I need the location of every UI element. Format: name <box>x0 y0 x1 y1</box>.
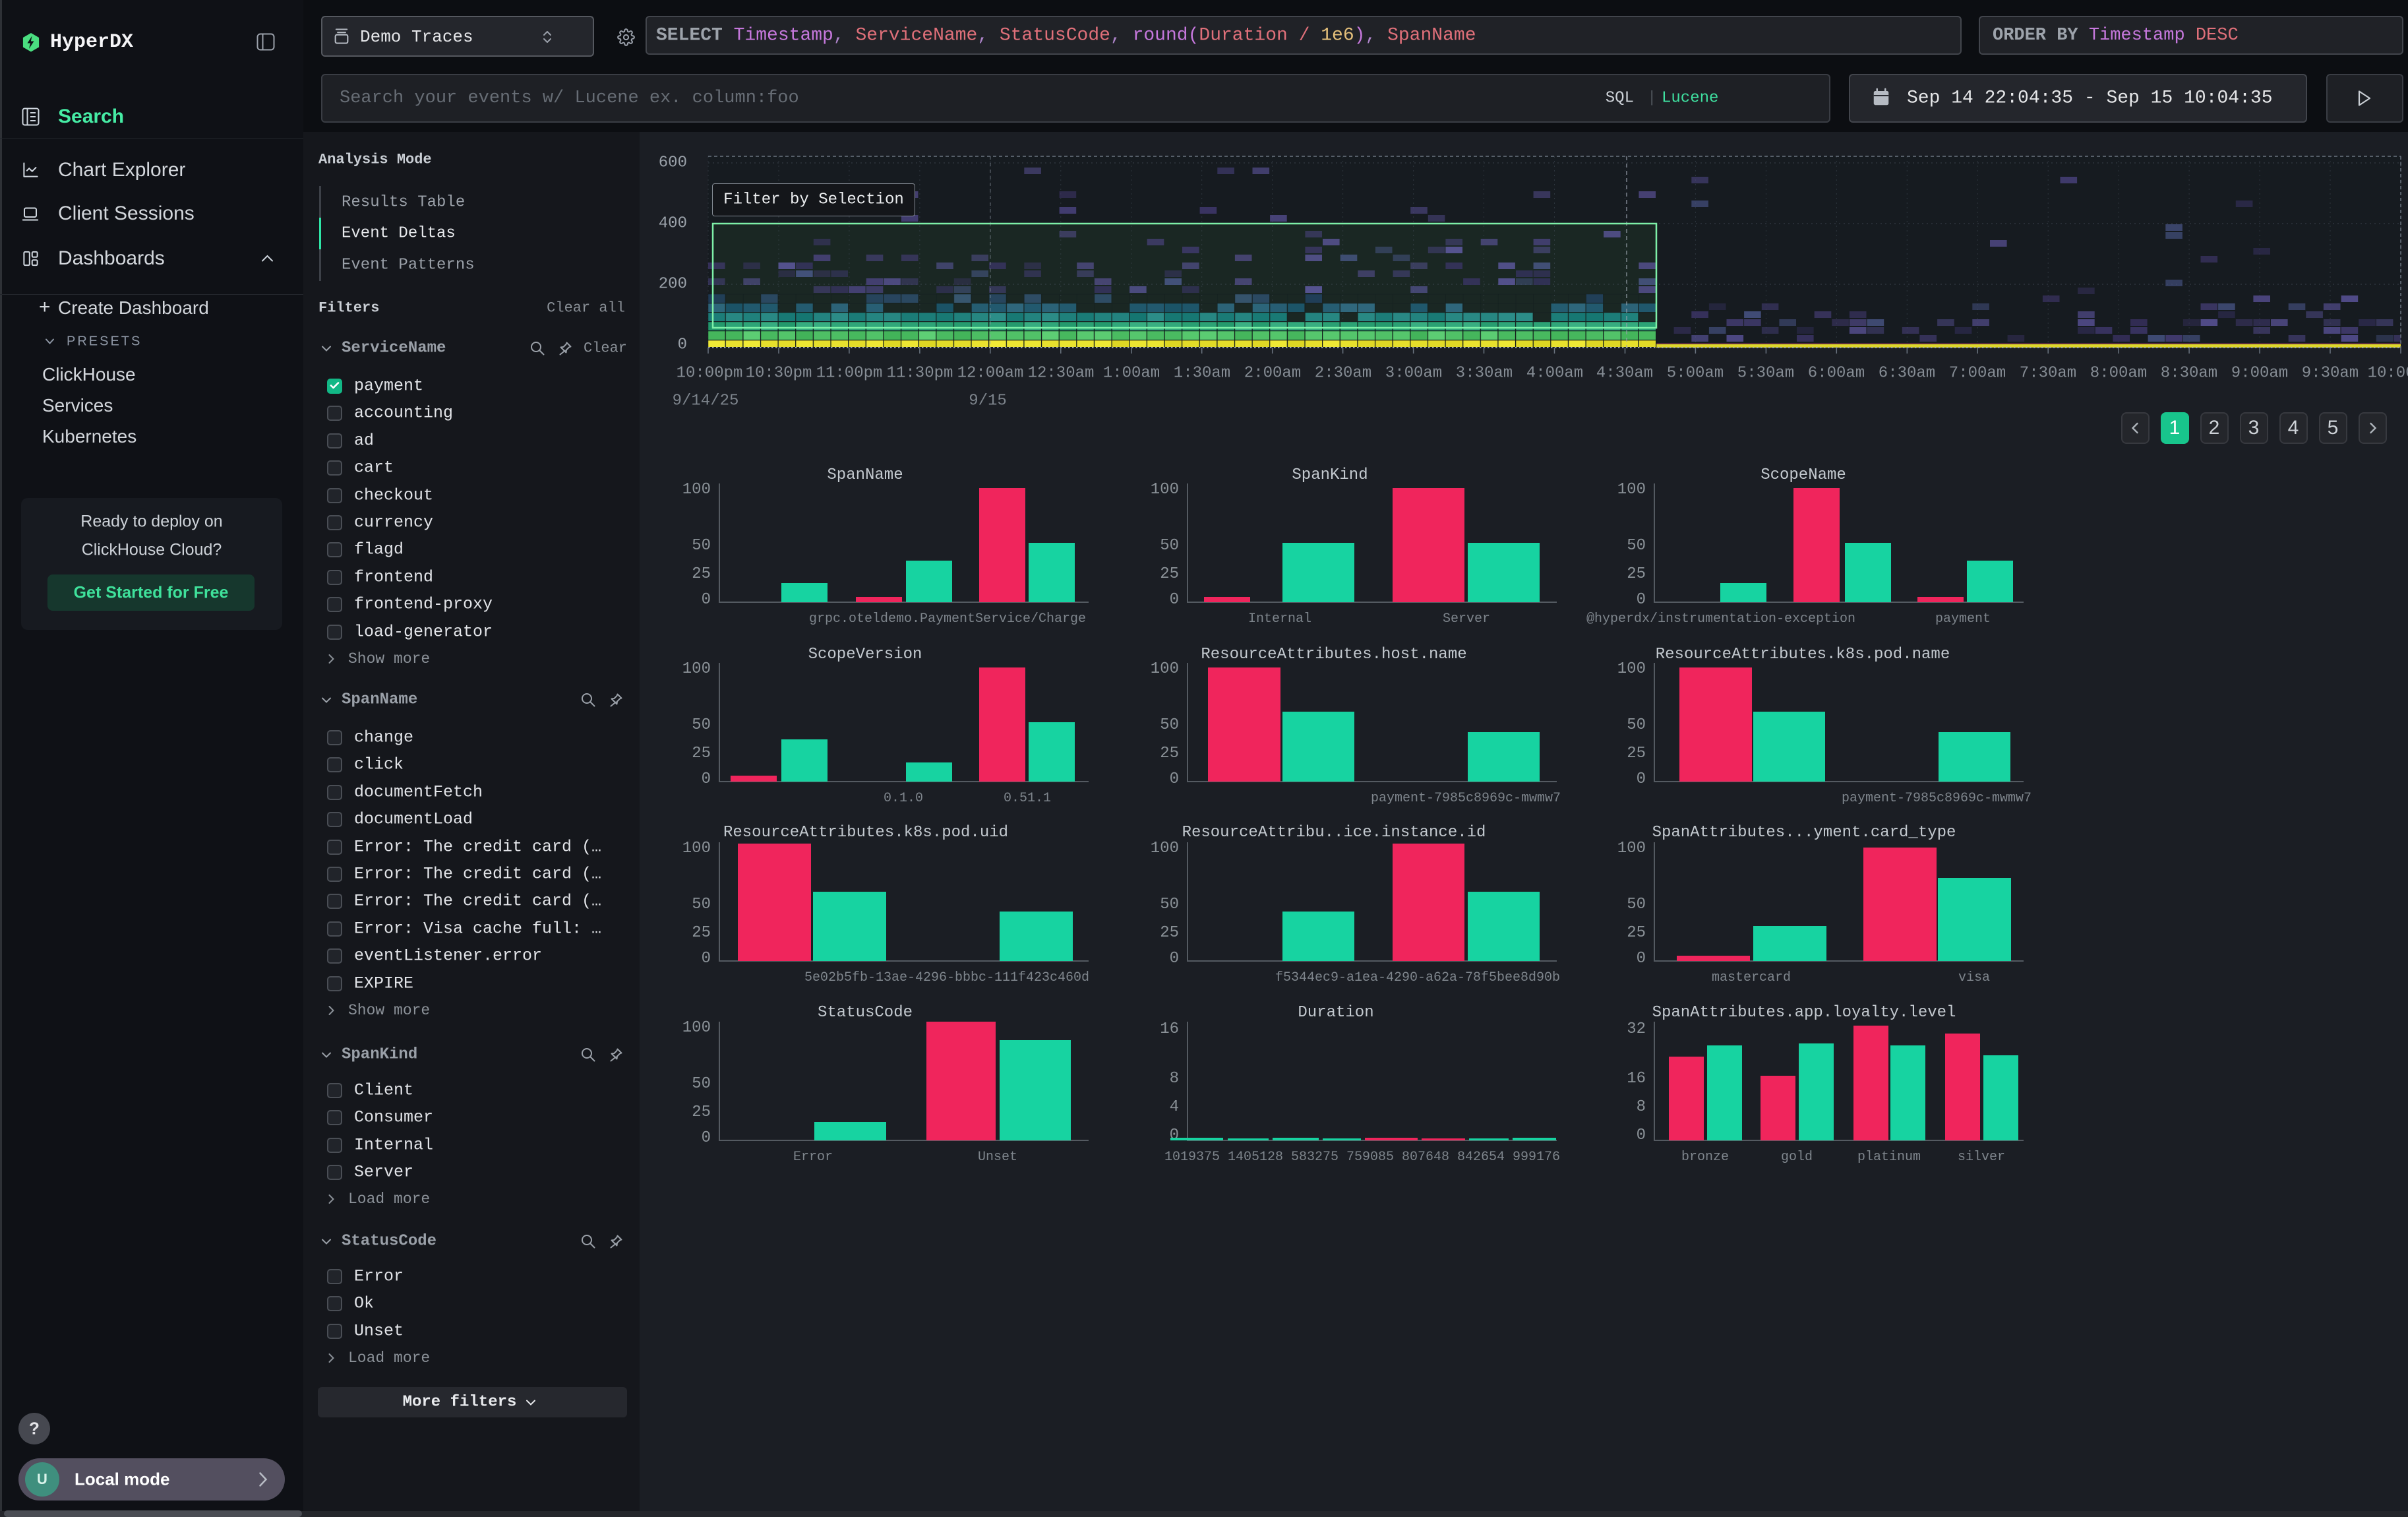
svg-text:mastercard: mastercard <box>1712 970 1791 985</box>
svg-text:platinum: platinum <box>1857 1150 1921 1165</box>
svg-text:16: 16 <box>1627 1070 1646 1088</box>
svg-text:Internal: Internal <box>1248 611 1311 627</box>
svg-text:Unset: Unset <box>978 1150 1017 1165</box>
svg-text:ResourceAttributes.host.name: ResourceAttributes.host.name <box>1201 646 1466 664</box>
svg-text:25: 25 <box>1160 565 1179 583</box>
svg-text:0: 0 <box>1637 950 1646 968</box>
svg-text:0: 0 <box>702 591 711 609</box>
svg-text:ScopeVersion: ScopeVersion <box>808 646 922 664</box>
svg-text:100: 100 <box>682 1019 711 1037</box>
svg-text:ResourceAttribu..ice.instance.: ResourceAttribu..ice.instance.id <box>1182 824 1486 842</box>
svg-text:25: 25 <box>1160 745 1179 762</box>
svg-text:0: 0 <box>1170 1127 1179 1144</box>
svg-text:8: 8 <box>1170 1070 1179 1088</box>
svg-text:50: 50 <box>1160 896 1179 913</box>
svg-text:100: 100 <box>1617 660 1646 678</box>
svg-text:100: 100 <box>682 840 711 857</box>
svg-text:bronze: bronze <box>1681 1150 1729 1165</box>
svg-text:50: 50 <box>1627 537 1646 555</box>
svg-text:25: 25 <box>1627 745 1646 762</box>
svg-text:100: 100 <box>1151 660 1179 678</box>
svg-text:8: 8 <box>1637 1098 1646 1116</box>
svg-text:SpanAttributes.app.loyalty.lev: SpanAttributes.app.loyalty.level <box>1652 1004 1956 1022</box>
svg-text:50: 50 <box>1160 537 1179 555</box>
svg-text:100: 100 <box>1151 481 1179 499</box>
svg-text:StatusCode: StatusCode <box>818 1004 913 1022</box>
svg-text:SpanName: SpanName <box>827 466 903 484</box>
svg-text:25: 25 <box>1627 565 1646 583</box>
svg-text:0: 0 <box>1170 950 1179 968</box>
svg-text:0: 0 <box>1170 591 1179 609</box>
svg-text:Server: Server <box>1443 611 1490 627</box>
svg-text:100: 100 <box>1617 840 1646 857</box>
svg-text:25: 25 <box>692 565 711 583</box>
svg-text:0: 0 <box>702 770 711 788</box>
svg-text:100: 100 <box>1617 481 1646 499</box>
svg-text:5e02b5fb-13ae-4296-bbbc-111f42: 5e02b5fb-13ae-4296-bbbc-111f423c460d <box>804 970 1089 985</box>
svg-text:50: 50 <box>692 896 711 913</box>
svg-text:1019375 1405128 583275 759085: 1019375 1405128 583275 759085 807648 842… <box>1164 1150 1560 1165</box>
svg-text:50: 50 <box>1627 896 1646 913</box>
svg-text:ResourceAttributes.k8s.pod.uid: ResourceAttributes.k8s.pod.uid <box>723 824 1008 842</box>
svg-text:gold: gold <box>1781 1150 1813 1165</box>
svg-text:50: 50 <box>692 537 711 555</box>
svg-text:0: 0 <box>702 950 711 968</box>
svg-text:0.51.1: 0.51.1 <box>1004 791 1051 806</box>
svg-text:25: 25 <box>692 745 711 762</box>
svg-text:100: 100 <box>682 660 711 678</box>
svg-text:payment-7985c8969c-mwmw7: payment-7985c8969c-mwmw7 <box>1842 791 2032 806</box>
svg-text:25: 25 <box>692 924 711 942</box>
svg-text:payment-7985c8969c-mwmw7: payment-7985c8969c-mwmw7 <box>1371 791 1561 806</box>
svg-text:0: 0 <box>1170 770 1179 788</box>
svg-text:grpc.oteldemo.PaymentService/C: grpc.oteldemo.PaymentService/Charge <box>809 611 1086 627</box>
svg-text:0.1.0: 0.1.0 <box>884 791 923 806</box>
svg-text:50: 50 <box>692 716 711 734</box>
svg-text:Error: Error <box>793 1150 833 1165</box>
svg-text:SpanKind: SpanKind <box>1292 466 1368 484</box>
svg-text:100: 100 <box>682 481 711 499</box>
svg-text:SpanAttributes...yment.card_ty: SpanAttributes...yment.card_type <box>1652 824 1956 842</box>
svg-text:50: 50 <box>1160 716 1179 734</box>
svg-text:0: 0 <box>702 1129 711 1147</box>
svg-text:0: 0 <box>1637 1127 1646 1144</box>
svg-text:16: 16 <box>1160 1020 1179 1038</box>
svg-text:payment: payment <box>1935 611 1991 627</box>
svg-text:25: 25 <box>1627 924 1646 942</box>
svg-text:100: 100 <box>1151 840 1179 857</box>
svg-text:f5344ec9-a1ea-4290-a62a-78f5be: f5344ec9-a1ea-4290-a62a-78f5bee8d90b <box>1275 970 1560 985</box>
svg-text:0: 0 <box>1637 770 1646 788</box>
svg-text:50: 50 <box>1627 716 1646 734</box>
svg-text:32: 32 <box>1627 1020 1646 1038</box>
svg-text:50: 50 <box>692 1075 711 1093</box>
svg-text:@hyperdx/instrumentation-excep: @hyperdx/instrumentation-exception <box>1586 611 1855 627</box>
svg-text:silver: silver <box>1958 1150 2005 1165</box>
svg-text:Duration: Duration <box>1298 1004 1373 1022</box>
svg-text:25: 25 <box>692 1103 711 1121</box>
svg-text:ScopeName: ScopeName <box>1761 466 1846 484</box>
svg-text:4: 4 <box>1170 1098 1179 1116</box>
svg-text:25: 25 <box>1160 924 1179 942</box>
svg-text:visa: visa <box>1958 970 1990 985</box>
svg-text:0: 0 <box>1637 591 1646 609</box>
svg-text:ResourceAttributes.k8s.pod.nam: ResourceAttributes.k8s.pod.name <box>1656 646 1950 664</box>
